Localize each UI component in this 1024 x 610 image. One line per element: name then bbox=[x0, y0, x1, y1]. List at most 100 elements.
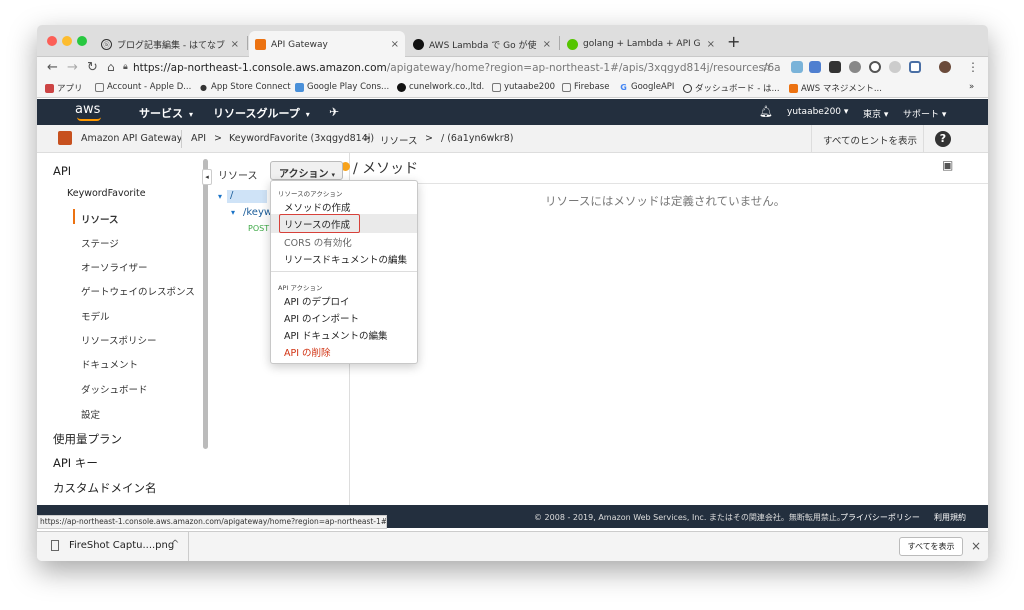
empty-message: リソースにはメソッドは定義されていません。 bbox=[545, 194, 786, 208]
nav-item-resource-policy[interactable]: リソースポリシー bbox=[81, 333, 157, 347]
forward-icon[interactable]: → bbox=[67, 60, 78, 75]
bookmark-item[interactable]: ● App Store Connect bbox=[199, 82, 291, 92]
tab-lambda-go[interactable]: AWS Lambda で Go が使えるよ × bbox=[407, 31, 557, 57]
extension-icon[interactable] bbox=[849, 61, 861, 73]
close-tab-icon[interactable]: × bbox=[543, 39, 551, 50]
menu-item-deploy-api[interactable]: API のデプロイ bbox=[284, 294, 350, 308]
extension-icon[interactable] bbox=[909, 61, 921, 73]
close-window-button[interactable] bbox=[47, 36, 57, 46]
crumb-separator: > bbox=[425, 133, 433, 144]
bookmark-item[interactable]: Firebase bbox=[562, 82, 609, 92]
help-icon[interactable]: ? bbox=[935, 131, 951, 147]
menu-item-edit-api-docs[interactable]: API ドキュメントの編集 bbox=[284, 328, 388, 342]
close-tab-icon[interactable]: × bbox=[707, 39, 715, 50]
extension-icon[interactable] bbox=[791, 61, 803, 73]
download-filename[interactable]: FireShot Captu....png bbox=[69, 540, 174, 551]
page-title: / メソッド bbox=[353, 161, 419, 177]
nav-item-models[interactable]: モデル bbox=[81, 309, 110, 323]
google-icon: G bbox=[620, 82, 627, 92]
extension-icon[interactable] bbox=[809, 61, 821, 73]
reload-icon[interactable]: ↻ bbox=[87, 60, 98, 75]
lock-icon: 🔒︎ bbox=[123, 62, 128, 72]
book-icon[interactable]: ▣ bbox=[942, 158, 953, 172]
bookmark-item[interactable]: cunelwork.co.,ltd. bbox=[397, 82, 484, 92]
divider bbox=[188, 532, 189, 561]
terms-link[interactable]: 利用規約 bbox=[934, 512, 966, 523]
close-tab-icon[interactable]: × bbox=[231, 39, 239, 50]
nav-usage-plans[interactable]: 使用量プラン bbox=[53, 431, 122, 447]
tab-api-gateway[interactable]: API Gateway × bbox=[249, 31, 405, 58]
resource-groups-menu[interactable]: リソースグループ ▾ bbox=[213, 105, 310, 121]
collapse-panel-button[interactable]: ◂ bbox=[202, 169, 212, 185]
show-all-downloads-button[interactable]: すべてを表示 bbox=[899, 537, 963, 556]
bookmark-item[interactable]: ダッシュボード - は... bbox=[683, 82, 780, 94]
nav-api[interactable]: API bbox=[53, 164, 71, 178]
nav-api-name[interactable]: KeywordFavorite bbox=[67, 188, 146, 199]
tree-method-post[interactable]: POST bbox=[248, 224, 269, 233]
bookmark-item[interactable]: G GoogleAPI bbox=[619, 82, 674, 92]
home-icon[interactable]: ⌂ bbox=[107, 60, 115, 74]
maximize-window-button[interactable] bbox=[77, 36, 87, 46]
crumb-api[interactable]: API bbox=[191, 133, 206, 144]
tree-root-item[interactable]: / bbox=[227, 190, 267, 203]
bookmark-star-icon[interactable]: ☆ bbox=[761, 60, 772, 74]
menu-item-create-resource[interactable]: リソースの作成 bbox=[284, 217, 350, 231]
tab-hatena[interactable]: ⓑ ブログ記事編集 - はてなブログ × bbox=[95, 31, 245, 57]
new-tab-icon[interactable]: + bbox=[727, 32, 740, 51]
bookmark-item[interactable]: Account - Apple D... bbox=[95, 82, 191, 92]
avatar-icon[interactable] bbox=[939, 61, 951, 73]
menu-item-enable-cors[interactable]: CORS の有効化 bbox=[284, 235, 352, 249]
minimize-window-button[interactable] bbox=[62, 36, 72, 46]
chevron-up-icon[interactable]: ^ bbox=[171, 539, 179, 550]
tab-golang-lambda[interactable]: golang + Lambda + API Gatew × bbox=[561, 31, 721, 57]
region-menu[interactable]: 東京 ▾ bbox=[863, 107, 888, 120]
actions-dropdown-button[interactable]: アクション ▾ bbox=[270, 161, 343, 180]
bell-icon[interactable]: 🔔︎ bbox=[759, 105, 773, 118]
caret-down-icon[interactable]: ▾ bbox=[218, 192, 222, 201]
tree-child-item[interactable]: /keyw bbox=[243, 207, 272, 218]
menu-item-import-api[interactable]: API のインポート bbox=[284, 311, 359, 325]
browser-window: ⓑ ブログ記事編集 - はてなブログ × API Gateway × AWS L… bbox=[37, 25, 988, 561]
close-tab-icon[interactable]: × bbox=[391, 39, 399, 50]
nav-item-documentation[interactable]: ドキュメント bbox=[81, 357, 138, 371]
caret-down-icon[interactable]: ▾ bbox=[231, 208, 235, 217]
crumb-api-name[interactable]: KeywordFavorite (3xqgyd814j) bbox=[229, 133, 374, 144]
close-icon[interactable]: × bbox=[971, 539, 981, 553]
privacy-policy-link[interactable]: プライバシーポリシー bbox=[840, 512, 920, 523]
nav-custom-domains[interactable]: カスタムドメイン名 bbox=[53, 480, 157, 496]
sidebar-scrollbar[interactable] bbox=[203, 159, 208, 449]
back-icon[interactable]: ← bbox=[47, 60, 58, 75]
menu-kebab-icon[interactable]: ⋮ bbox=[967, 60, 979, 74]
aws-logo[interactable]: aws bbox=[75, 102, 100, 117]
main-content: / メソッド ▣ リソースにはメソッドは定義されていません。 bbox=[341, 153, 988, 505]
support-menu[interactable]: サポート ▾ bbox=[903, 107, 946, 120]
services-menu[interactable]: サービス ▾ bbox=[139, 105, 193, 121]
bookmark-label: App Store Connect bbox=[211, 82, 291, 92]
show-all-hints-button[interactable]: すべてのヒントを表示 bbox=[823, 133, 917, 147]
service-name[interactable]: Amazon API Gateway bbox=[81, 133, 182, 144]
pin-icon[interactable]: ✈︎ bbox=[329, 105, 339, 119]
extension-icon[interactable] bbox=[829, 61, 841, 73]
nav-item-resources[interactable]: リソース bbox=[81, 212, 119, 226]
tab-divider bbox=[559, 36, 560, 50]
bookmark-item[interactable]: AWS マネジメント... bbox=[789, 82, 882, 94]
extension-icon[interactable] bbox=[869, 61, 881, 73]
nav-item-authorizers[interactable]: オーソライザー bbox=[81, 260, 148, 274]
crumb-resources[interactable]: リソース bbox=[380, 133, 418, 147]
bookmark-item[interactable]: yutaabe200 bbox=[492, 82, 555, 92]
bookmark-apps[interactable]: アプリ bbox=[45, 82, 83, 94]
extension-icon[interactable] bbox=[889, 61, 901, 73]
user-menu[interactable]: yutaabe200 ▾ bbox=[787, 107, 848, 117]
nav-item-dashboard[interactable]: ダッシュボード bbox=[81, 382, 148, 396]
nav-item-gateway-responses[interactable]: ゲートウェイのレスポンス bbox=[81, 284, 195, 298]
menu-item-edit-resource-docs[interactable]: リソースドキュメントの編集 bbox=[284, 252, 407, 266]
nav-item-settings[interactable]: 設定 bbox=[81, 407, 100, 421]
chevron-down-icon: ▾ bbox=[305, 110, 310, 119]
nav-item-stages[interactable]: ステージ bbox=[81, 236, 119, 250]
menu-item-create-method[interactable]: メソッドの作成 bbox=[284, 200, 351, 214]
url-input[interactable]: https://ap-northeast-1.console.aws.amazo… bbox=[133, 60, 781, 76]
nav-api-keys[interactable]: API キー bbox=[53, 455, 98, 471]
bookmark-item[interactable]: Google Play Cons... bbox=[295, 82, 389, 92]
bookmarks-overflow-icon[interactable]: » bbox=[969, 82, 974, 92]
menu-item-delete-api[interactable]: API の削除 bbox=[284, 345, 331, 359]
